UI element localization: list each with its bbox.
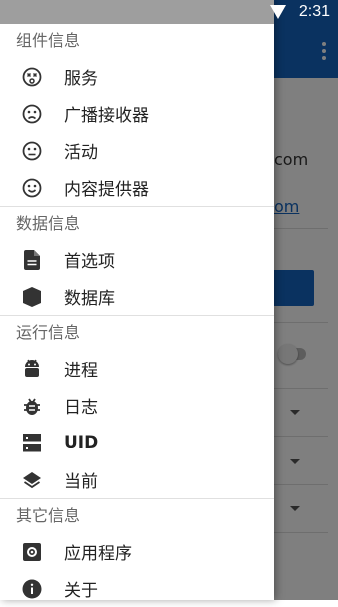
info-icon bbox=[21, 578, 43, 600]
layers-icon bbox=[21, 469, 43, 491]
drawer-item-services[interactable]: 服务 bbox=[0, 58, 274, 95]
wifi-icon bbox=[270, 5, 286, 19]
section-header-runtime-info: 运行信息 bbox=[16, 323, 81, 342]
drawer-item-label: 活动 bbox=[64, 143, 98, 163]
server-icon bbox=[21, 432, 43, 454]
drawer-item-label: 应用程序 bbox=[64, 544, 132, 564]
drawer-item-label: 内容提供器 bbox=[64, 180, 149, 200]
face-dizzy-icon bbox=[21, 66, 43, 88]
drawer-item-label: 广播接收器 bbox=[64, 106, 149, 126]
android-icon bbox=[21, 358, 43, 380]
face-sad-icon bbox=[21, 103, 43, 125]
drawer-item-current[interactable]: 当前 bbox=[0, 461, 274, 498]
face-smile-icon bbox=[21, 177, 43, 199]
bug-icon bbox=[21, 395, 43, 417]
drawer-item-uid[interactable]: UID bbox=[0, 424, 274, 461]
section-header-other-info: 其它信息 bbox=[16, 506, 81, 525]
drawer-item-application[interactable]: 应用程序 bbox=[0, 533, 274, 570]
drawer-item-label: 进程 bbox=[64, 361, 98, 381]
status-bar: 2:31 bbox=[0, 0, 338, 24]
face-neutral-icon bbox=[21, 140, 43, 162]
section-header-component-info: 组件信息 bbox=[16, 31, 81, 50]
database-icon bbox=[21, 286, 43, 308]
settings-box-icon bbox=[21, 541, 43, 563]
drawer-item-broadcast-receivers[interactable]: 广播接收器 bbox=[0, 95, 274, 132]
section-header-data-info: 数据信息 bbox=[16, 214, 81, 233]
drawer-item-label: 首选项 bbox=[64, 252, 115, 272]
drawer-item-preferences[interactable]: 首选项 bbox=[0, 241, 274, 278]
drawer-item-activities[interactable]: 活动 bbox=[0, 132, 274, 169]
drawer-item-content-providers[interactable]: 内容提供器 bbox=[0, 169, 274, 206]
drawer-item-label: 日志 bbox=[64, 398, 98, 418]
drawer-item-databases[interactable]: 数据库 bbox=[0, 278, 274, 315]
drawer-item-about[interactable]: 关于 bbox=[0, 570, 274, 607]
drawer-item-logs[interactable]: 日志 bbox=[0, 387, 274, 424]
drawer-item-label: UID bbox=[64, 432, 99, 453]
drawer-item-label: 数据库 bbox=[64, 289, 115, 309]
file-icon bbox=[21, 249, 43, 271]
drawer-item-label: 服务 bbox=[64, 69, 98, 89]
navigation-drawer: 组件信息 服务 广播接收器 活动 内容提供器 数据信息 首选项 数据库 运行信息… bbox=[0, 0, 274, 601]
drawer-item-label: 当前 bbox=[64, 472, 98, 492]
drawer-item-label: 关于 bbox=[64, 581, 98, 601]
status-time: 2:31 bbox=[298, 3, 330, 20]
drawer-item-processes[interactable]: 进程 bbox=[0, 350, 274, 387]
